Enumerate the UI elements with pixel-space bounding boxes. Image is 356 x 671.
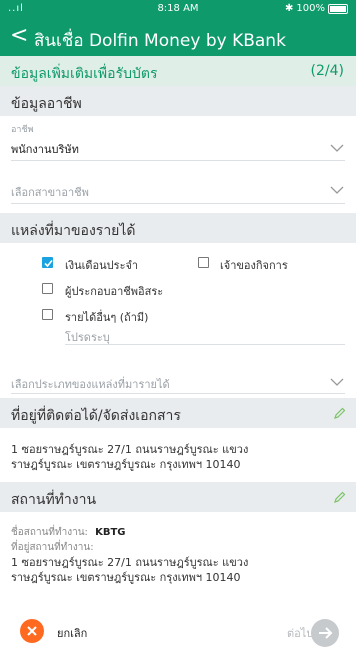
status-right: ✱ 100% bbox=[285, 3, 348, 14]
workplace-title: สถานที่ทำงาน bbox=[11, 492, 97, 508]
battery-icon bbox=[328, 3, 348, 14]
next-label[interactable]: ต่อไป bbox=[287, 624, 313, 642]
status-bar: ..ıl 8:18 AM ✱ 100% bbox=[0, 0, 356, 18]
chevron-down-icon[interactable] bbox=[330, 186, 344, 194]
income-section-header: แหล่งที่มาของรายได้ bbox=[0, 213, 356, 243]
checkbox-other-income-label: รายได้อื่นๆ (ถ้ามี) bbox=[65, 311, 149, 324]
workplace-section-header: สถานที่ทำงาน bbox=[0, 482, 356, 512]
step-indicator: (2/4) bbox=[310, 63, 344, 79]
workplace-address-label: ที่อยู่สถานที่ทำงาน: bbox=[11, 542, 94, 553]
contact-address-line2: ราษฎร์บูรณะ เขตราษฎร์บูรณะ กรุงเทพฯ 1014… bbox=[11, 458, 241, 471]
cancel-button[interactable] bbox=[20, 619, 44, 643]
next-button[interactable] bbox=[311, 619, 339, 647]
edit-pencil-icon[interactable] bbox=[333, 491, 346, 504]
divider bbox=[11, 203, 345, 204]
checkbox-business-owner-label: เจ้าของกิจการ bbox=[220, 259, 288, 272]
occupation-section-header: ข้อมูลอาชีพ bbox=[0, 86, 356, 116]
checkbox-salary[interactable] bbox=[42, 257, 53, 268]
occupation-label: อาชีพ bbox=[11, 125, 34, 135]
occupation-section-title: ข้อมูลอาชีพ bbox=[11, 96, 82, 112]
check-icon bbox=[44, 259, 53, 268]
cancel-label[interactable]: ยกเลิก bbox=[57, 624, 87, 642]
page-title: สินเชื่อ Dolfin Money by KBank bbox=[34, 31, 286, 51]
arrow-right-icon bbox=[319, 627, 333, 639]
workplace-name-value: KBTG bbox=[95, 527, 126, 538]
nav-bar: < สินเชื่อ Dolfin Money by KBank bbox=[0, 18, 356, 56]
step-header: ข้อมูลเพิ่มเติมเพื่อรับบัตร (2/4) bbox=[0, 56, 356, 86]
chevron-down-icon[interactable] bbox=[330, 378, 344, 386]
checkbox-freelance-label: ผู้ประกอบอาชีพอิสระ bbox=[65, 285, 164, 298]
checkbox-salary-label: เงินเดือนประจำ bbox=[65, 259, 139, 272]
workplace-address-line1: 1 ซอยราษฎร์บูรณะ 27/1 ถนนราษฎร์บูรณะ แขว… bbox=[11, 556, 249, 569]
back-button[interactable]: < bbox=[10, 23, 28, 49]
contact-address-title: ที่อยู่ที่ติดต่อได้/จัดส่งเอกสาร bbox=[11, 408, 181, 424]
workplace-address-line2: ราษฎร์บูรณะ เขตราษฎร์บูรณะ กรุงเทพฯ 1014… bbox=[11, 571, 241, 584]
occupation-select[interactable]: พนักงานบริษัท bbox=[11, 140, 79, 158]
battery-percent: 100% bbox=[296, 3, 325, 14]
divider bbox=[65, 344, 345, 345]
close-icon bbox=[27, 626, 37, 636]
contact-address-section-header: ที่อยู่ที่ติดต่อได้/จัดส่งเอกสาร bbox=[0, 398, 356, 428]
contact-address-line1: 1 ซอยราษฎร์บูรณะ 27/1 ถนนราษฎร์บูรณะ แขว… bbox=[11, 443, 249, 456]
checkbox-freelance[interactable] bbox=[42, 283, 53, 294]
step-title: ข้อมูลเพิ่มเติมเพื่อรับบัตร bbox=[11, 66, 158, 82]
chevron-down-icon[interactable] bbox=[330, 144, 344, 152]
occupation-branch-select[interactable]: เลือกสาขาอาชีพ bbox=[11, 183, 89, 201]
income-section-title: แหล่งที่มาของรายได้ bbox=[11, 223, 136, 239]
workplace-name-row: ชื่อสถานที่ทำงาน: KBTG bbox=[11, 525, 126, 540]
bluetooth-icon: ✱ bbox=[285, 3, 294, 14]
workplace-name-label: ชื่อสถานที่ทำงาน: bbox=[11, 527, 88, 538]
divider bbox=[11, 393, 345, 394]
checkbox-other-income[interactable] bbox=[42, 309, 53, 320]
divider bbox=[11, 160, 345, 161]
edit-pencil-icon[interactable] bbox=[333, 407, 346, 420]
income-type-select[interactable]: เลือกประเภทของแหล่งที่มารายได้ bbox=[11, 375, 170, 393]
checkbox-business-owner[interactable] bbox=[198, 257, 209, 268]
